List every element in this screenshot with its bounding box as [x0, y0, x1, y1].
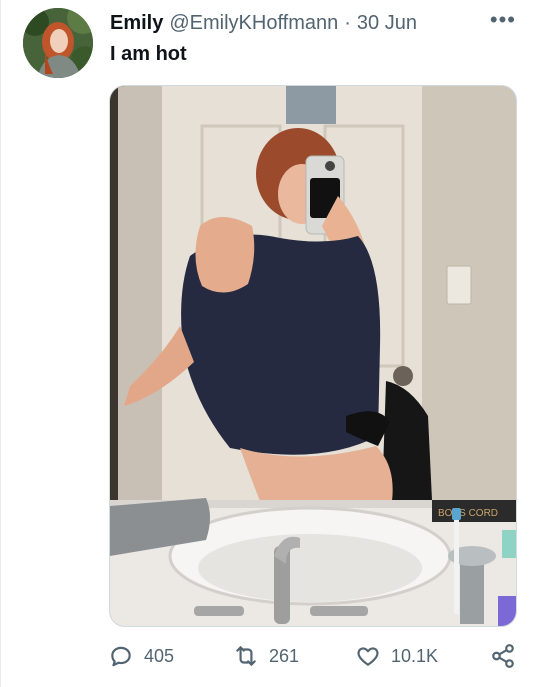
share-icon: [490, 643, 516, 669]
tweet-header: Emily @EmilyKHoffmann · 30 Jun: [110, 11, 500, 35]
like-count: 10.1K: [391, 645, 439, 666]
timeline-divider: [0, 0, 1, 687]
avatar[interactable]: [23, 8, 93, 78]
author-handle[interactable]: @EmilyKHoffmann: [169, 11, 338, 35]
reply-button[interactable]: 405: [108, 643, 174, 669]
tweet-media-photo[interactable]: BOSS CORD: [109, 85, 517, 627]
more-horizontal-icon[interactable]: •••: [490, 9, 516, 31]
retweet-icon: [233, 643, 259, 669]
retweet-button[interactable]: 261: [233, 643, 299, 669]
reply-icon: [108, 643, 134, 669]
share-button[interactable]: [490, 643, 516, 669]
heart-icon: [355, 643, 381, 669]
tweet-date[interactable]: 30 Jun: [357, 11, 417, 35]
box-label: BOSS CORD: [438, 508, 498, 519]
tweet-actions: 405 261 10.1K: [108, 643, 518, 671]
reply-count: 405: [144, 645, 175, 666]
tweet-text: I am hot: [110, 43, 187, 65]
header-separator: ·: [344, 12, 351, 34]
retweet-count: 261: [269, 645, 300, 666]
like-button[interactable]: 10.1K: [355, 643, 438, 669]
author-name[interactable]: Emily: [110, 11, 163, 35]
